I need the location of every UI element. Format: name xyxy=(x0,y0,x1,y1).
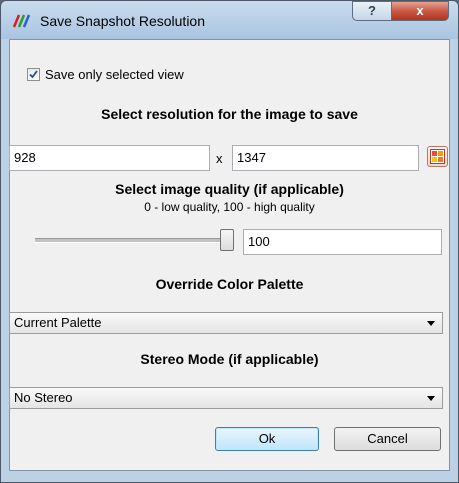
quality-slider-handle[interactable] xyxy=(220,229,234,251)
dialog-body: Save only selected view Select resolutio… xyxy=(9,39,450,471)
title-bar[interactable]: Save Snapshot Resolution ? x xyxy=(1,1,458,39)
stereo-select[interactable]: No Stereo xyxy=(9,387,443,409)
quality-input[interactable]: 100 xyxy=(243,229,442,255)
quality-heading: Select image quality (if applicable) xyxy=(115,181,344,197)
window-title: Save Snapshot Resolution xyxy=(40,13,205,29)
chevron-down-icon xyxy=(427,396,435,401)
quality-slider-track[interactable] xyxy=(35,238,233,243)
resolution-separator: x xyxy=(216,151,223,166)
palette-selected-value: Current Palette xyxy=(14,315,102,330)
palette-picker-button[interactable] xyxy=(427,146,448,167)
save-snapshot-dialog: Save Snapshot Resolution ? x Save only s… xyxy=(0,0,459,483)
cancel-button[interactable]: Cancel xyxy=(334,427,441,451)
width-input[interactable]: 928 xyxy=(9,145,210,171)
grid-palette-icon xyxy=(430,149,445,164)
palette-select[interactable]: Current Palette xyxy=(9,312,443,334)
chevron-down-icon xyxy=(427,321,435,326)
stereo-heading: Stereo Mode (if applicable) xyxy=(140,351,319,367)
save-only-selected-label[interactable]: Save only selected view xyxy=(45,67,184,82)
help-button[interactable]: ? xyxy=(352,1,392,21)
checkmark-icon xyxy=(29,70,38,79)
resolution-heading: Select resolution for the image to save xyxy=(101,106,358,122)
quality-hint: 0 - low quality, 100 - high quality xyxy=(144,200,315,214)
stereo-selected-value: No Stereo xyxy=(14,390,73,405)
palette-heading: Override Color Palette xyxy=(155,276,304,292)
rgb-lines-icon xyxy=(12,14,31,28)
save-only-selected-checkbox[interactable] xyxy=(27,68,40,81)
height-input[interactable]: 1347 xyxy=(232,145,419,171)
close-button[interactable]: x xyxy=(391,1,449,21)
ok-button[interactable]: Ok xyxy=(215,427,319,451)
